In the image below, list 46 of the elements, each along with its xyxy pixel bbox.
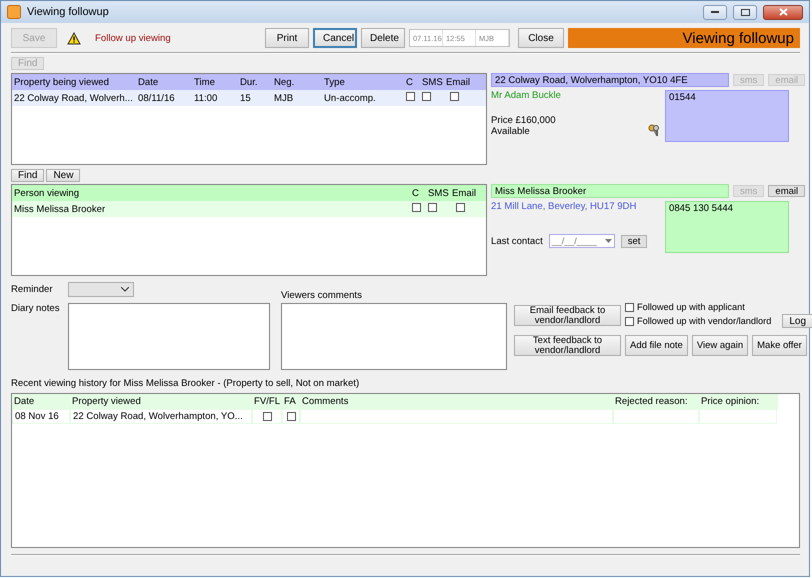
form-banner: Viewing followup [568,28,800,48]
action-button[interactable]: Make offer [752,335,807,356]
close-form-button[interactable]: Close [518,28,564,48]
set-button[interactable]: set [620,234,648,248]
email-feedback-button[interactable]: Email feedback to vendor/landlord [514,304,621,326]
toolbar-button[interactable]: Delete [361,28,405,48]
column-header: FA [283,395,297,409]
column-header: Rejected reason: [614,395,689,409]
column-header: Comments [301,395,350,409]
phone-box: 01544 [665,90,789,142]
column-header: Date [13,395,36,409]
history-title: Recent viewing history for Miss Melissa Brooker - (Property to sell, Not on market) [11,378,360,389]
window-title: Viewing followup [27,6,109,18]
diary-label: Diary notes [11,303,61,316]
column-header: Property viewed [71,395,142,409]
list-row[interactable]: Miss Melissa Brooker [12,201,486,217]
checkbox-label: Followed up with applicant [637,302,745,312]
last-contact-label: Last contact [491,236,543,246]
reminder-label: Reminder [11,284,54,295]
comments-label: Viewers comments [281,290,363,301]
text-feedback-button[interactable]: Text feedback to vendor/landlord [514,335,621,356]
toolbar-button[interactable]: Print [265,28,309,48]
list-row[interactable]: 22 Colway Road, Wolverh... 08/11/16 11:00 15 MJB Un-accomp. [12,90,486,106]
vendor-name: Mr Adam Buckle [491,90,562,101]
address-bar: 22 Colway Road, Wolverhampton, YO10 4FE [491,73,729,87]
table-cell: 08 Nov 16 [12,409,70,424]
date-field[interactable]: __/__/____ [548,234,615,248]
name-bar: Miss Melissa Brooker [491,184,729,198]
table-cell: 22 Colway Road, Wolverhampton, YO... [70,409,252,424]
action-button[interactable]: View again [692,335,748,356]
status-text: Follow up viewing [95,32,171,44]
new-button[interactable]: New [46,169,80,182]
column-header: Price opinion: [700,395,760,409]
price-text: Price £160,000 [491,115,556,126]
column-header: FV/FL [253,395,282,409]
checkbox-label: Followed up with vendor/landlord [637,316,772,326]
address-link[interactable]: 21 Mill Lane, Beverley, HU17 9DH [491,201,661,212]
email-button[interactable]: email [768,185,806,197]
list-header: Person viewing C SMS Email [12,185,486,201]
log-button[interactable]: Log [782,314,812,328]
find-button[interactable]: Find [11,169,44,182]
action-button[interactable]: Add file note [625,335,688,356]
list-header: Property being viewed Date Time Dur. Neg. Type C SMS Email [12,74,486,90]
phone-box: 0845 130 5444 [665,201,789,253]
availability-text: Available [491,126,531,137]
toolbar-button[interactable]: Cancel [313,28,357,48]
